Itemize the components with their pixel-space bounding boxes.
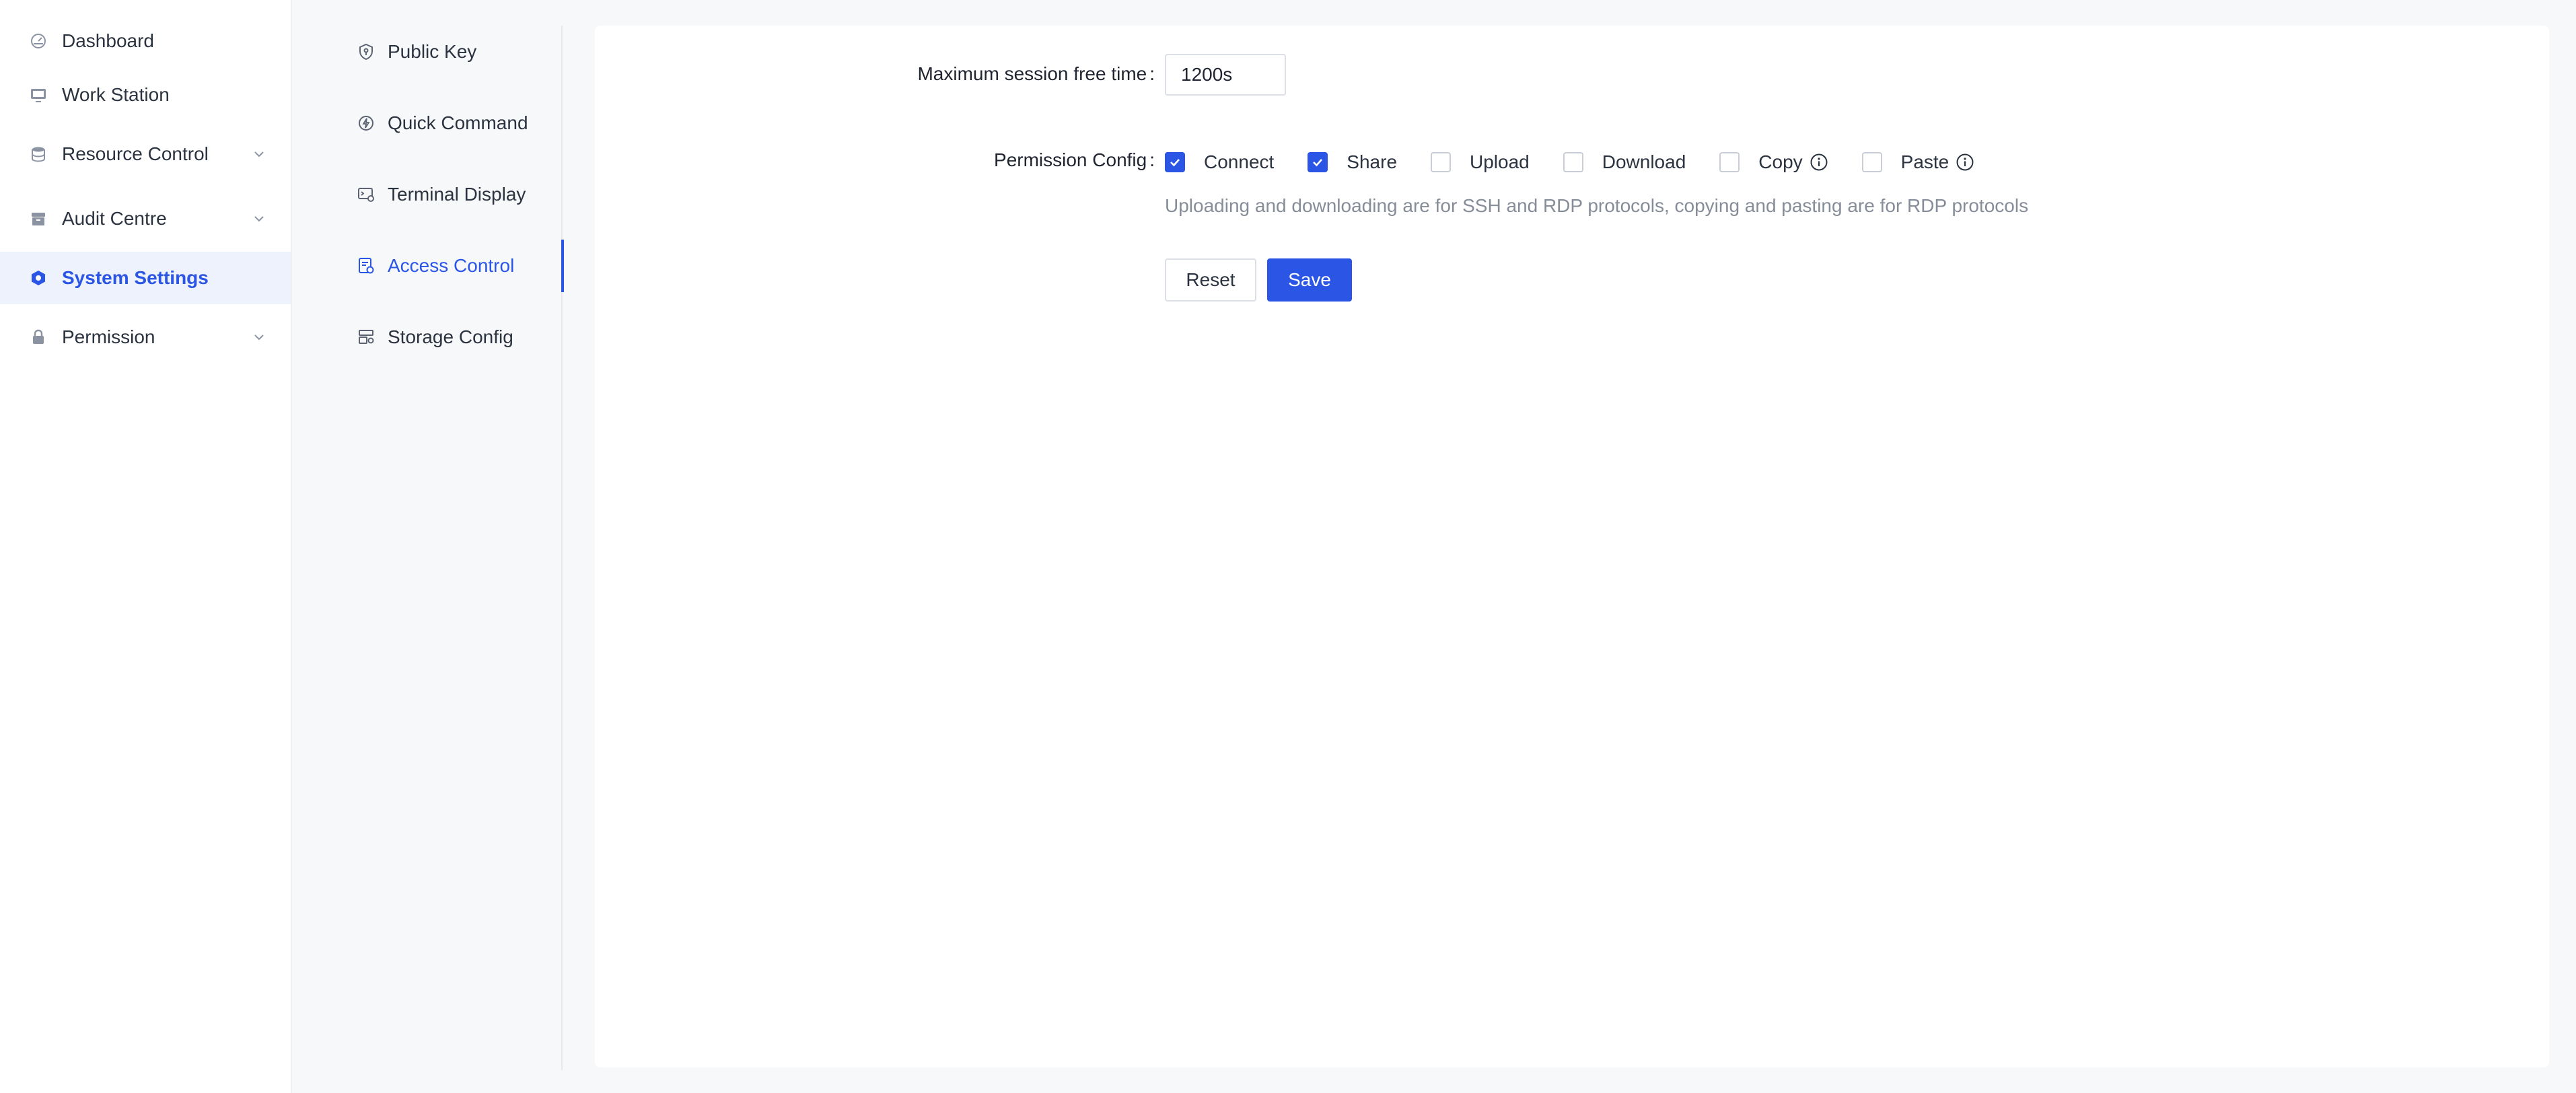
- hexagon-settings-icon: [30, 269, 47, 287]
- session-free-time-input[interactable]: [1165, 54, 1286, 96]
- subnav-item-label: Access Control: [388, 255, 515, 276]
- permission-connect-checkbox[interactable]: Connect: [1165, 151, 1274, 173]
- info-icon[interactable]: [1956, 153, 1974, 172]
- shield-key-icon: [357, 42, 375, 61]
- sidebar-item-work-station[interactable]: Work Station: [0, 69, 291, 121]
- checkbox-checked-icon[interactable]: [1308, 152, 1328, 172]
- checkbox-unchecked-icon[interactable]: [1563, 152, 1583, 172]
- permission-paste-checkbox[interactable]: Paste: [1861, 151, 1975, 173]
- sidebar-item-label: Permission: [62, 326, 155, 347]
- sidebar-item-label: System Settings: [62, 267, 209, 288]
- sidebar-item-audit-centre[interactable]: Audit Centre: [0, 192, 291, 245]
- permission-share-checkbox[interactable]: Share: [1308, 151, 1397, 173]
- access-control-panel: Maximum session free time: Permission Co…: [595, 26, 2549, 1067]
- sidebar-item-label: Audit Centre: [62, 208, 167, 229]
- storage-icon: [357, 328, 375, 347]
- subnav-item-access-control[interactable]: Access Control: [293, 240, 564, 292]
- permission-config-label: Permission Config:: [994, 149, 1155, 170]
- settings-subnav: Public Key Quick Command Terminal Displa…: [293, 26, 564, 1070]
- info-icon[interactable]: [1810, 153, 1828, 172]
- checkbox-checked-icon[interactable]: [1165, 152, 1185, 172]
- access-control-icon: [357, 256, 375, 275]
- main-sidebar: Dashboard Work Station Resource Control …: [0, 0, 292, 1093]
- checkbox-unchecked-icon[interactable]: [1861, 152, 1882, 172]
- subnav-item-label: Storage Config: [388, 326, 513, 347]
- terminal-display-icon: [357, 185, 375, 204]
- lightning-icon: [357, 114, 375, 133]
- reset-button[interactable]: Reset: [1165, 258, 1256, 302]
- sidebar-item-permission[interactable]: Permission: [0, 311, 291, 363]
- checkbox-unchecked-icon[interactable]: [1719, 152, 1740, 172]
- chevron-down-icon[interactable]: [252, 211, 266, 226]
- sidebar-item-dashboard[interactable]: Dashboard: [0, 15, 291, 67]
- save-button[interactable]: Save: [1267, 258, 1352, 302]
- sidebar-item-label: Resource Control: [62, 143, 209, 164]
- chevron-down-icon[interactable]: [252, 147, 266, 162]
- sidebar-item-label: Dashboard: [62, 30, 154, 51]
- sidebar-item-system-settings[interactable]: System Settings: [0, 252, 291, 304]
- permission-copy-checkbox[interactable]: Copy: [1719, 151, 1828, 173]
- database-icon: [30, 145, 47, 163]
- permission-download-checkbox[interactable]: Download: [1563, 151, 1686, 173]
- subnav-item-storage-config[interactable]: Storage Config: [293, 311, 563, 363]
- sidebar-item-label: Work Station: [62, 84, 170, 105]
- subnav-item-terminal-display[interactable]: Terminal Display: [293, 168, 563, 221]
- subnav-item-quick-command[interactable]: Quick Command: [293, 97, 563, 149]
- permission-upload-checkbox[interactable]: Upload: [1431, 151, 1530, 173]
- session-free-time-label: Maximum session free time:: [917, 63, 1155, 84]
- sidebar-item-resource-control[interactable]: Resource Control: [0, 128, 291, 180]
- checkbox-unchecked-icon[interactable]: [1431, 152, 1452, 172]
- subnav-item-public-key[interactable]: Public Key: [293, 26, 563, 78]
- subnav-item-label: Quick Command: [388, 112, 528, 133]
- chevron-down-icon[interactable]: [252, 330, 266, 345]
- archive-icon: [30, 210, 47, 227]
- lock-icon: [30, 328, 47, 346]
- permission-checkbox-group: Connect Share Upload Download Copy Paste: [1165, 151, 1974, 174]
- permission-hint-text: Uploading and downloading are for SSH an…: [1165, 195, 2029, 216]
- monitor-icon: [30, 86, 47, 104]
- subnav-item-label: Terminal Display: [388, 184, 526, 205]
- dashboard-icon: [30, 32, 47, 50]
- subnav-item-label: Public Key: [388, 41, 477, 62]
